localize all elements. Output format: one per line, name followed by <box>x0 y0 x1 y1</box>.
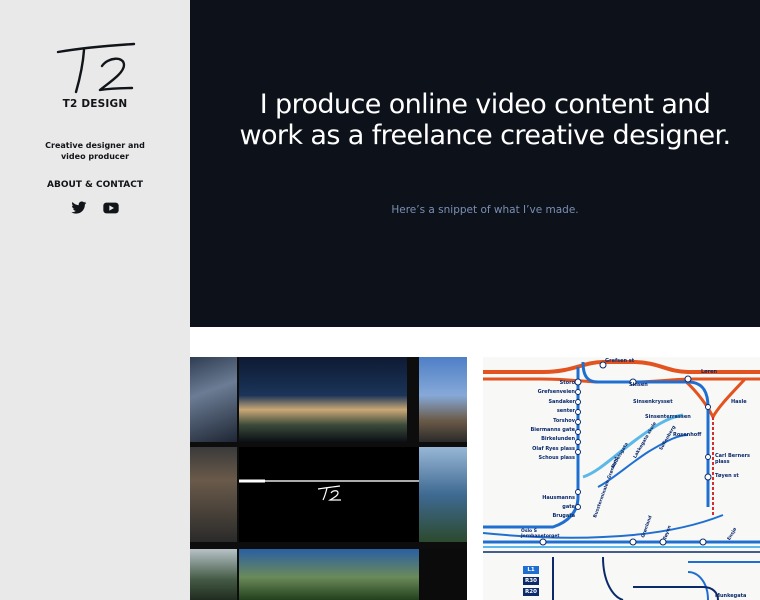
station-label: Olaf Ryes plass <box>532 445 575 452</box>
station-label: Schous plass <box>538 455 575 462</box>
brand-name: T2 DESIGN <box>62 98 128 110</box>
station-label: Hasle <box>731 399 747 405</box>
line-badge: R30 <box>523 577 539 585</box>
social-links <box>0 200 190 214</box>
station-label: Sofienberg <box>659 425 678 452</box>
station-label: Storo <box>559 380 575 386</box>
sidebar: T2 DESIGN Creative designer and video pr… <box>0 0 190 600</box>
station-label: Biermanns gate <box>530 427 575 434</box>
tagline: Creative designer and video producer <box>45 141 145 161</box>
hero-subtitle: Here’s a snippet of what I’ve made. <box>391 204 579 216</box>
metro-labels: Storo Grefsenveien Sandaker senter Torsh… <box>483 357 760 600</box>
station-label: Nøbelsgata <box>611 442 630 470</box>
line-badge: R20 <box>523 588 539 596</box>
station-label: Torshov <box>553 417 575 424</box>
line-badge: L1 <box>523 566 539 574</box>
station-label: Ensjø <box>727 527 739 542</box>
station-label: Birkelunden <box>541 436 575 443</box>
t2-logo[interactable] <box>54 40 136 96</box>
station-label: Grønland <box>641 515 654 539</box>
station-label: Sinsen <box>629 382 648 388</box>
hero-title: I produce online video content and work … <box>239 89 731 151</box>
station-label: Oslo S Jernbanetorget <box>521 529 560 539</box>
portfolio-item-video-montage[interactable] <box>190 357 467 600</box>
station-label: Munkegata <box>715 593 747 599</box>
twitter-icon[interactable] <box>71 200 87 214</box>
station-label: Rosenhoff <box>673 432 702 438</box>
station-label: Brugata <box>552 513 575 520</box>
station-label: Løren <box>701 369 718 375</box>
portfolio-item-metro-map[interactable]: Storo Grefsenveien Sandaker senter Torsh… <box>483 357 760 600</box>
youtube-icon[interactable] <box>103 200 119 214</box>
station-label: Sinsenterrassen <box>645 414 691 420</box>
montage-overlay <box>239 479 419 501</box>
station-label: Grefsenveien <box>537 389 575 396</box>
station-label: Grefsen st <box>605 358 635 364</box>
hero-section: I produce online video content and work … <box>190 0 760 327</box>
station-label: Sinsenkrysset <box>633 399 673 405</box>
station-label: Lakkegata skole <box>633 421 658 460</box>
station-label: Hausmanns gate <box>542 494 575 511</box>
metro-stations-left: Storo Grefsenveien Sandaker senter Torsh… <box>529 379 575 522</box>
station-label: Tøyen st <box>715 473 739 479</box>
about-contact-link[interactable]: ABOUT & CONTACT <box>0 180 190 190</box>
portfolio-grid: Storo Grefsenveien Sandaker senter Torsh… <box>190 357 760 600</box>
station-label: Sandaker senter <box>548 398 575 415</box>
station-label: Tøyen <box>663 524 673 541</box>
station-label: Carl Berners plass <box>715 453 751 465</box>
